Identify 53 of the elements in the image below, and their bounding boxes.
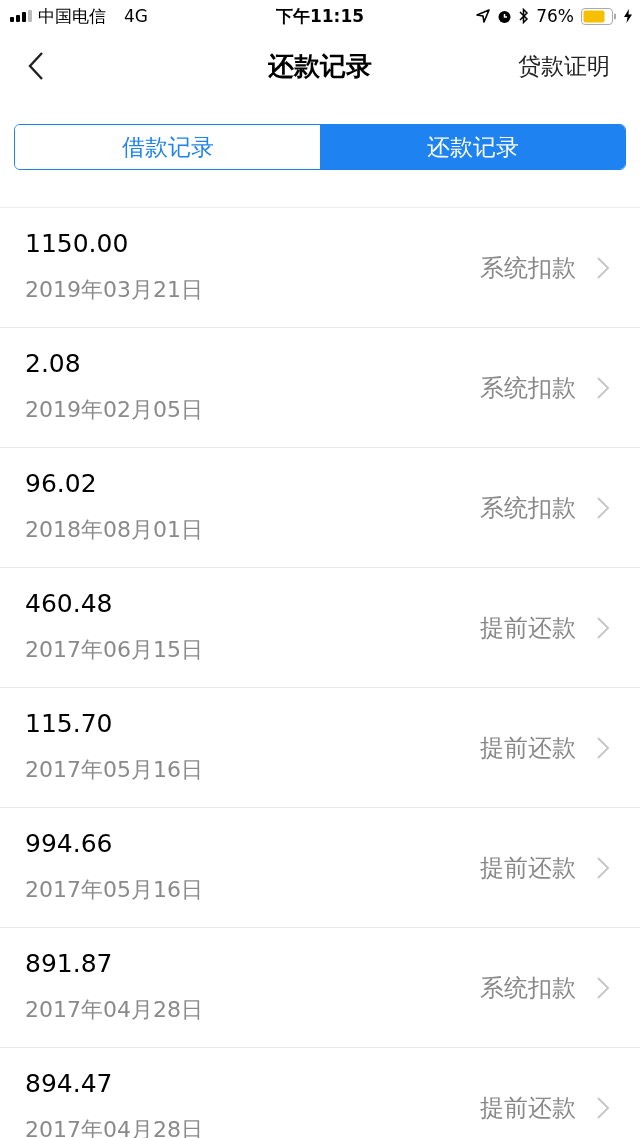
record-method: 提前还款 xyxy=(480,1092,576,1124)
chevron-icon xyxy=(596,975,610,1000)
record-method: 提前还款 xyxy=(480,732,576,764)
battery-percent: 76% xyxy=(536,6,574,26)
record-row[interactable]: 1150.00 2019年03月21日 系统扣款 xyxy=(0,208,640,328)
charging-icon xyxy=(624,9,632,23)
record-date: 2019年02月05日 xyxy=(25,396,204,423)
segment-tab[interactable]: 还款记录 xyxy=(320,125,625,169)
record-amount: 994.66 xyxy=(25,828,114,859)
back-icon xyxy=(28,51,44,81)
record-amount: 96.02 xyxy=(25,468,98,499)
chevron-icon xyxy=(596,1095,610,1120)
record-date: 2017年05月16日 xyxy=(25,876,204,903)
record-row[interactable]: 2.08 2019年02月05日 系统扣款 xyxy=(0,328,640,448)
record-date: 2017年06月15日 xyxy=(25,636,204,663)
record-amount: 894.47 xyxy=(25,1068,114,1099)
location-icon xyxy=(476,9,491,23)
record-date: 2018年08月01日 xyxy=(25,516,204,543)
bluetooth-icon xyxy=(519,8,530,24)
record-row[interactable]: 96.02 2018年08月01日 系统扣款 xyxy=(0,448,640,568)
record-method: 系统扣款 xyxy=(480,372,576,404)
battery-icon xyxy=(581,7,617,25)
alarm-icon xyxy=(497,8,513,24)
record-date: 2017年04月28日 xyxy=(25,996,204,1023)
record-method: 系统扣款 xyxy=(480,492,576,524)
record-date: 2019年03月21日 xyxy=(25,276,204,303)
record-method: 提前还款 xyxy=(480,852,576,884)
carrier-name: 中国电信 xyxy=(38,4,106,28)
chevron-icon xyxy=(596,375,610,400)
signal-icon xyxy=(10,10,32,22)
record-amount: 2.08 xyxy=(25,348,82,379)
chevron-icon xyxy=(596,255,610,280)
record-method: 系统扣款 xyxy=(480,972,576,1004)
loan-certificate-link[interactable]: 贷款证明 xyxy=(518,50,610,82)
chevron-icon xyxy=(596,495,610,520)
record-date: 2017年05月16日 xyxy=(25,756,204,783)
record-method: 系统扣款 xyxy=(480,252,576,284)
record-row[interactable]: 115.70 2017年05月16日 提前还款 xyxy=(0,688,640,808)
record-amount: 115.70 xyxy=(25,708,114,739)
record-row[interactable]: 994.66 2017年05月16日 提前还款 xyxy=(0,808,640,928)
network-type: 4G xyxy=(124,6,148,26)
record-amount: 891.87 xyxy=(25,948,114,979)
chevron-icon xyxy=(596,855,610,880)
back-button[interactable] xyxy=(28,51,44,81)
record-row[interactable]: 891.87 2017年04月28日 系统扣款 xyxy=(0,928,640,1048)
record-method: 提前还款 xyxy=(480,612,576,644)
page-title: 还款记录 xyxy=(268,49,372,83)
record-amount: 460.48 xyxy=(25,588,114,619)
record-amount: 1150.00 xyxy=(25,228,130,259)
status-time: 下午11:15 xyxy=(275,4,365,28)
record-row[interactable]: 460.48 2017年06月15日 提前还款 xyxy=(0,568,640,688)
chevron-icon xyxy=(596,615,610,640)
chevron-icon xyxy=(596,735,610,760)
